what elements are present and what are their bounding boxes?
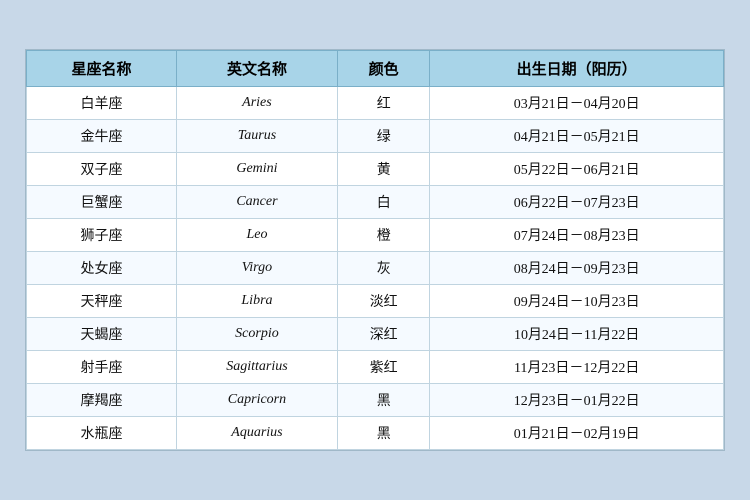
table-row: 摩羯座Capricorn黑12月23日－01月22日 — [27, 384, 724, 417]
col-header-color: 颜色 — [338, 51, 430, 87]
table-row: 巨蟹座Cancer白06月22日－07月23日 — [27, 186, 724, 219]
table-body: 白羊座Aries红03月21日－04月20日金牛座Taurus绿04月21日－0… — [27, 87, 724, 450]
table-row: 金牛座Taurus绿04月21日－05月21日 — [27, 120, 724, 153]
table-header-row: 星座名称 英文名称 颜色 出生日期（阳历） — [27, 51, 724, 87]
cell-english: Cancer — [176, 186, 337, 219]
cell-color: 黑 — [338, 417, 430, 450]
cell-color: 绿 — [338, 120, 430, 153]
cell-chinese: 处女座 — [27, 252, 177, 285]
cell-color: 白 — [338, 186, 430, 219]
cell-chinese: 水瓶座 — [27, 417, 177, 450]
cell-dates: 09月24日－10月23日 — [430, 285, 724, 318]
cell-english: Virgo — [176, 252, 337, 285]
cell-chinese: 狮子座 — [27, 219, 177, 252]
cell-color: 紫红 — [338, 351, 430, 384]
cell-color: 灰 — [338, 252, 430, 285]
table-row: 射手座Sagittarius紫红11月23日－12月22日 — [27, 351, 724, 384]
cell-dates: 05月22日－06月21日 — [430, 153, 724, 186]
table-row: 水瓶座Aquarius黑01月21日－02月19日 — [27, 417, 724, 450]
col-header-english: 英文名称 — [176, 51, 337, 87]
cell-dates: 04月21日－05月21日 — [430, 120, 724, 153]
cell-dates: 12月23日－01月22日 — [430, 384, 724, 417]
cell-dates: 10月24日－11月22日 — [430, 318, 724, 351]
cell-dates: 11月23日－12月22日 — [430, 351, 724, 384]
zodiac-table-container: 星座名称 英文名称 颜色 出生日期（阳历） 白羊座Aries红03月21日－04… — [25, 49, 725, 451]
table-row: 狮子座Leo橙07月24日－08月23日 — [27, 219, 724, 252]
cell-dates: 07月24日－08月23日 — [430, 219, 724, 252]
cell-color: 黑 — [338, 384, 430, 417]
cell-color: 淡红 — [338, 285, 430, 318]
cell-english: Libra — [176, 285, 337, 318]
table-row: 处女座Virgo灰08月24日－09月23日 — [27, 252, 724, 285]
cell-chinese: 射手座 — [27, 351, 177, 384]
cell-english: Leo — [176, 219, 337, 252]
cell-english: Taurus — [176, 120, 337, 153]
table-row: 白羊座Aries红03月21日－04月20日 — [27, 87, 724, 120]
cell-color: 橙 — [338, 219, 430, 252]
cell-dates: 08月24日－09月23日 — [430, 252, 724, 285]
cell-dates: 03月21日－04月20日 — [430, 87, 724, 120]
table-row: 天蝎座Scorpio深红10月24日－11月22日 — [27, 318, 724, 351]
cell-chinese: 白羊座 — [27, 87, 177, 120]
table-row: 双子座Gemini黄05月22日－06月21日 — [27, 153, 724, 186]
cell-color: 红 — [338, 87, 430, 120]
cell-english: Aquarius — [176, 417, 337, 450]
cell-chinese: 金牛座 — [27, 120, 177, 153]
cell-english: Sagittarius — [176, 351, 337, 384]
col-header-chinese: 星座名称 — [27, 51, 177, 87]
cell-color: 黄 — [338, 153, 430, 186]
cell-dates: 01月21日－02月19日 — [430, 417, 724, 450]
zodiac-table: 星座名称 英文名称 颜色 出生日期（阳历） 白羊座Aries红03月21日－04… — [26, 50, 724, 450]
cell-chinese: 巨蟹座 — [27, 186, 177, 219]
cell-chinese: 摩羯座 — [27, 384, 177, 417]
cell-chinese: 双子座 — [27, 153, 177, 186]
table-row: 天秤座Libra淡红09月24日－10月23日 — [27, 285, 724, 318]
cell-english: Aries — [176, 87, 337, 120]
cell-english: Scorpio — [176, 318, 337, 351]
cell-color: 深红 — [338, 318, 430, 351]
col-header-dates: 出生日期（阳历） — [430, 51, 724, 87]
cell-chinese: 天秤座 — [27, 285, 177, 318]
cell-chinese: 天蝎座 — [27, 318, 177, 351]
cell-english: Capricorn — [176, 384, 337, 417]
cell-english: Gemini — [176, 153, 337, 186]
cell-dates: 06月22日－07月23日 — [430, 186, 724, 219]
